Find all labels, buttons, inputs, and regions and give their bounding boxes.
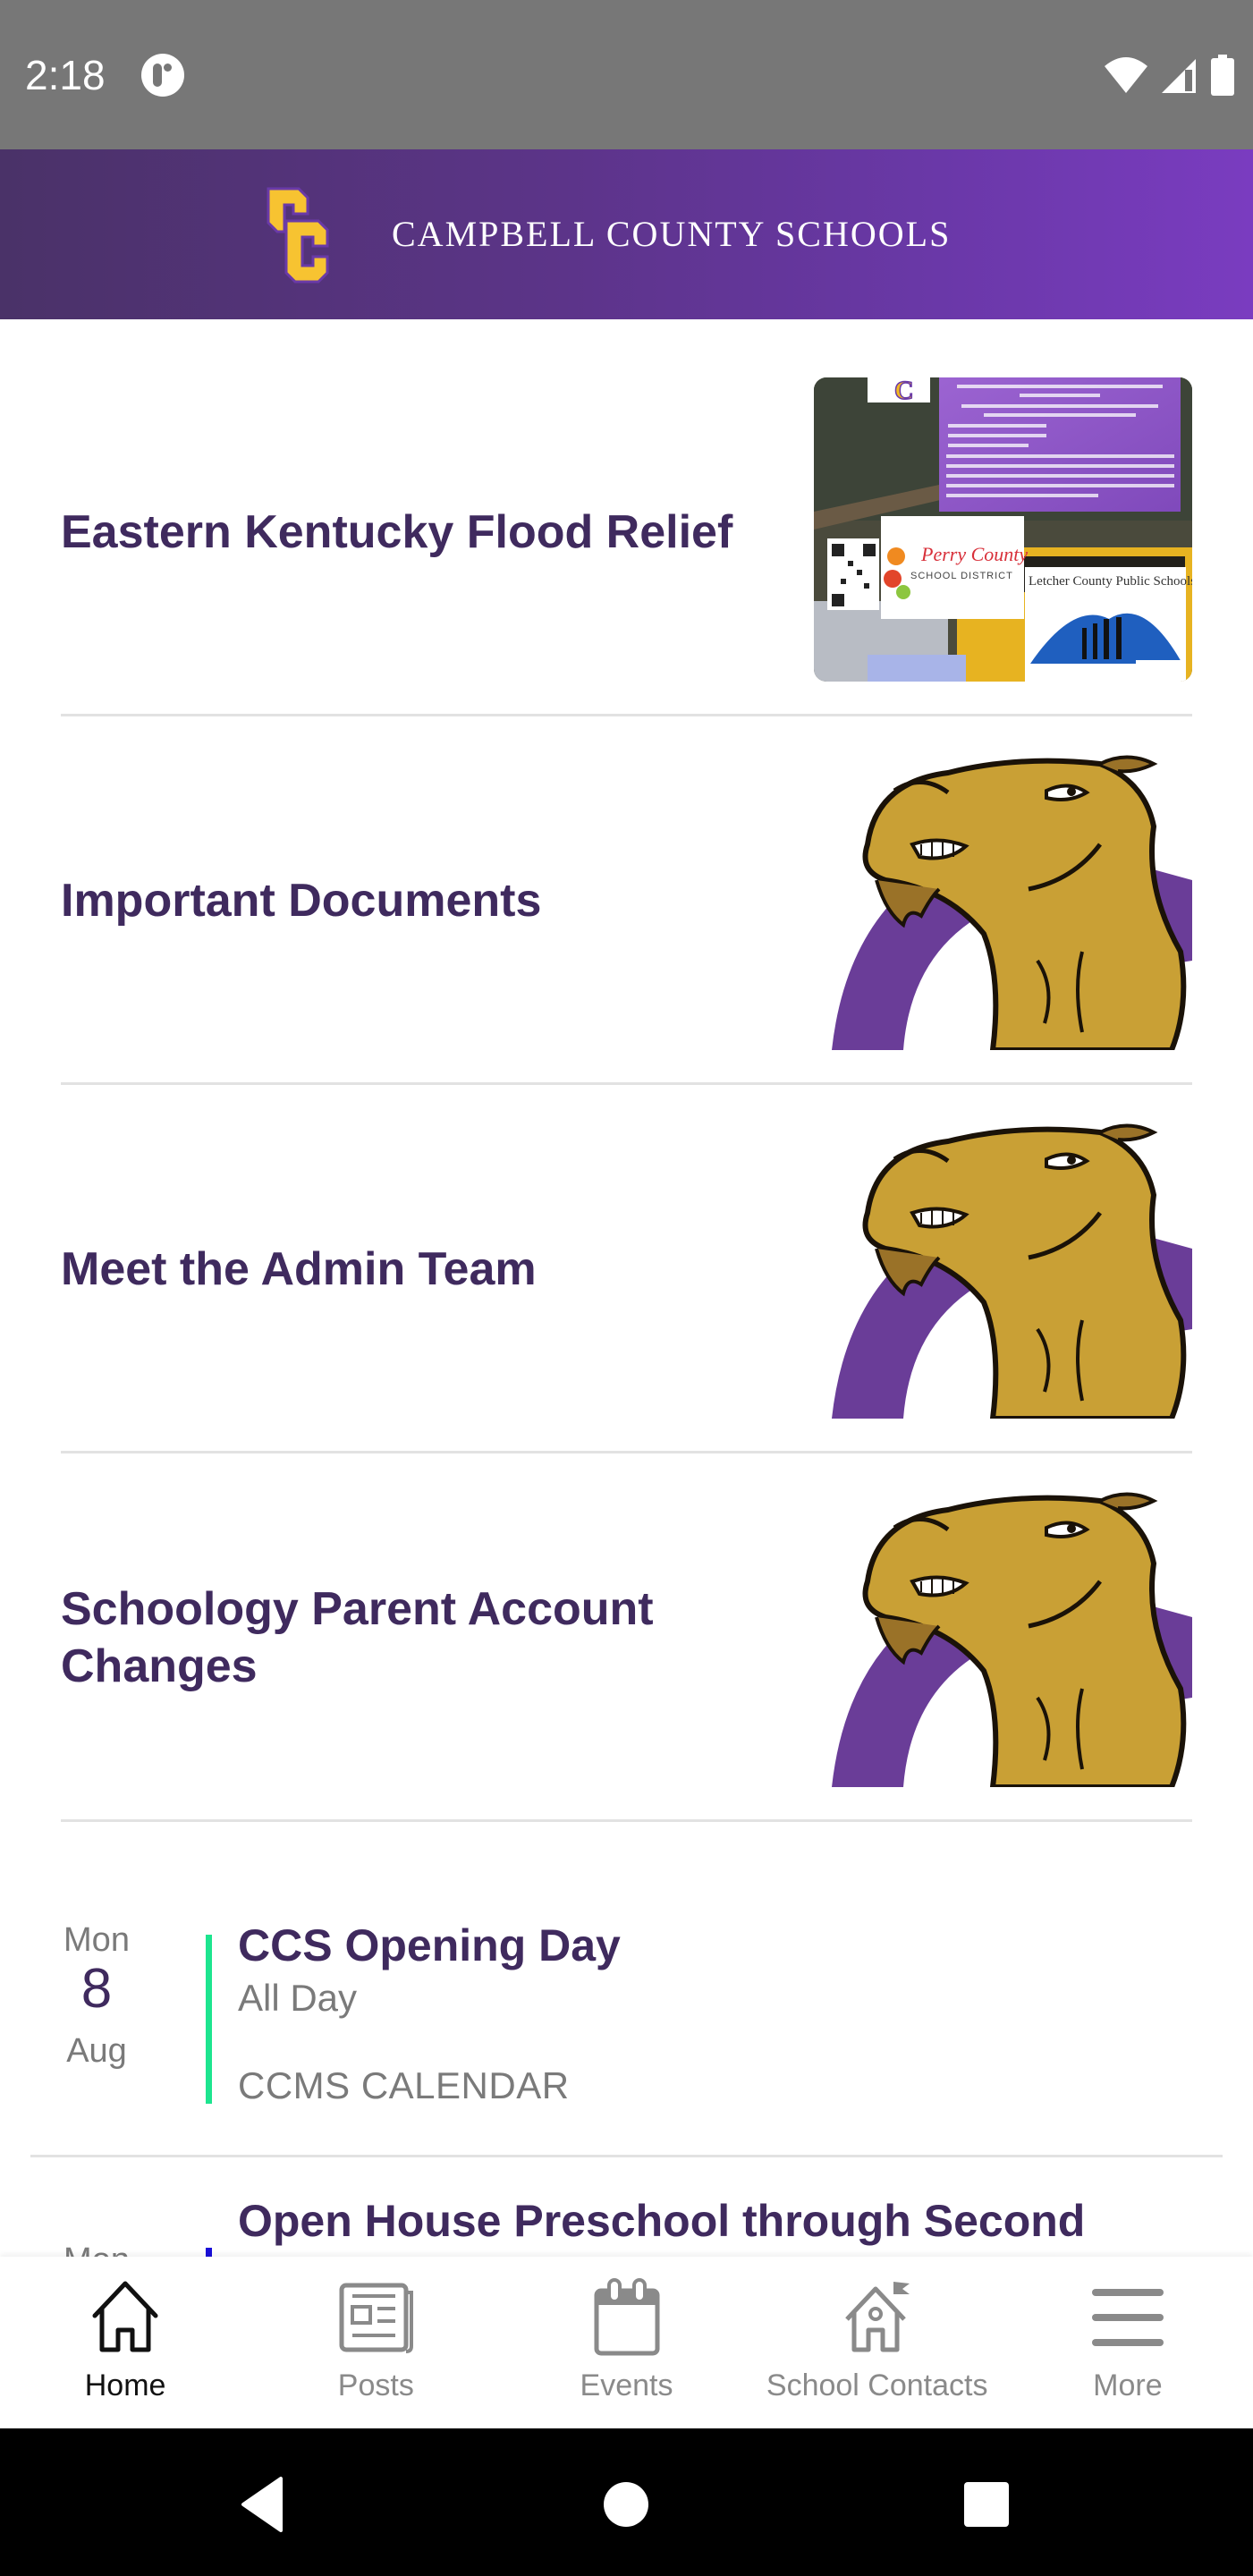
feature-item-flood-relief[interactable]: Eastern Kentucky Flood Relief C Perry Co…: [61, 348, 1192, 716]
wifi-icon: [1105, 57, 1147, 93]
list-divider: [61, 1819, 1192, 1822]
home-circle-icon[interactable]: [595, 2473, 657, 2536]
nav-label: More: [1093, 2368, 1163, 2402]
event-day-of-week: Mon: [30, 2241, 163, 2257]
camel-mascot-image: [814, 1483, 1192, 1787]
svg-text:C: C: [894, 377, 914, 405]
hamburger-menu-icon: [1091, 2289, 1164, 2346]
status-bar: 2:18: [0, 0, 1253, 149]
feature-item-important-documents[interactable]: Important Documents: [61, 716, 1192, 1085]
feature-item-title: Meet the Admin Team: [61, 1243, 537, 1295]
camel-mascot-image: [814, 746, 1192, 1050]
status-time: 2:18: [25, 52, 106, 98]
nav-more[interactable]: More: [1003, 2257, 1253, 2428]
event-time: All Day: [238, 1977, 358, 2019]
home-feed[interactable]: Eastern Kentucky Flood Relief C Perry Co…: [0, 319, 1253, 2257]
nav-school-contacts[interactable]: School Contacts: [752, 2257, 1003, 2428]
home-icon: [92, 2281, 158, 2352]
nav-label: Events: [580, 2368, 673, 2402]
flood-relief-flyer-image: C Perry County SCHOOL DISTRICT Letcher C…: [814, 377, 1192, 682]
event-month: Aug: [66, 2032, 127, 2070]
perry-county-logo-text: Perry County: [920, 543, 1028, 565]
calendar-icon: [594, 2278, 659, 2356]
bottom-navigation: Home Posts Events School Contacts More: [0, 2257, 1253, 2428]
event-title: Open House Preschool through Second: [238, 2196, 1086, 2246]
battery-icon: [1211, 55, 1234, 96]
nav-events[interactable]: Events: [501, 2257, 751, 2428]
app-title: CAMPBELL COUNTY SCHOOLS: [392, 214, 952, 254]
event-item[interactable]: Mon 8 Aug CCS Opening Day All Day CCMS C…: [30, 1920, 1223, 2157]
school-flag-icon: [844, 2282, 910, 2352]
feature-item-title: Eastern Kentucky Flood Relief: [61, 506, 733, 558]
nav-posts[interactable]: Posts: [250, 2257, 501, 2428]
svg-text:SCHOOL DISTRICT: SCHOOL DISTRICT: [910, 571, 1013, 581]
feature-item-schoology[interactable]: Schoology Parent Account Changes: [61, 1453, 1192, 1822]
nav-label: School Contacts: [766, 2368, 988, 2402]
feature-item-title: Schoology Parent Account Changes: [61, 1583, 654, 1692]
app-header: CAMPBELL COUNTY SCHOOLS: [0, 149, 1253, 319]
cc-logo: [267, 187, 329, 284]
event-title: CCS Opening Day: [238, 1920, 621, 1970]
event-day: 8: [80, 1958, 113, 2020]
newspaper-icon: [339, 2283, 414, 2353]
nav-label: Posts: [337, 2368, 414, 2402]
event-calendar-name: CCMS CALENDAR: [238, 2064, 570, 2106]
event-item[interactable]: Mon Open House Preschool through Second: [30, 2196, 1223, 2257]
camel-mascot-image: [814, 1114, 1192, 1419]
feature-item-admin-team[interactable]: Meet the Admin Team: [61, 1085, 1192, 1453]
back-icon[interactable]: [234, 2473, 297, 2536]
list-divider: [30, 2155, 1223, 2157]
nav-label: Home: [84, 2368, 166, 2402]
notification-app-icon: [141, 54, 184, 97]
event-calendar-color-bar: [206, 2248, 212, 2257]
letcher-county-logo-text: Letcher County Public Schools: [1029, 574, 1192, 589]
feature-item-title: Important Documents: [61, 875, 542, 927]
event-day-of-week: Mon: [63, 1921, 130, 1959]
nav-home[interactable]: Home: [0, 2257, 250, 2428]
system-navigation-bar: [0, 2428, 1253, 2576]
recents-square-icon[interactable]: [955, 2473, 1018, 2536]
event-calendar-color-bar: [206, 1935, 212, 2104]
cellular-signal-icon: [1162, 59, 1196, 93]
status-icons: [1103, 54, 1235, 97]
